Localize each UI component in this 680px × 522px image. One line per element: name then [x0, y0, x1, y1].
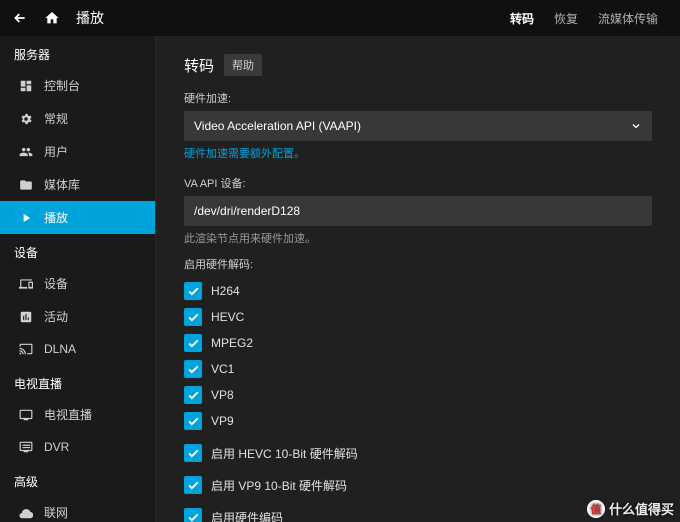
header-tab-1[interactable]: 恢复: [554, 6, 578, 31]
dashboard-icon: [18, 78, 34, 94]
codec-row-hevc: HEVC: [184, 304, 652, 330]
extra-label: 启用 HEVC 10-Bit 硬件解码: [211, 445, 358, 462]
sidebar-item-label: DVR: [44, 440, 69, 454]
extra-row-0: 启用 HEVC 10-Bit 硬件解码: [184, 440, 652, 466]
sidebar-item-label: DLNA: [44, 342, 76, 356]
checkbox-extra-1[interactable]: [184, 476, 202, 494]
sidebar-item-1-0[interactable]: 设备: [0, 267, 155, 300]
hw-accel-value: Video Acceleration API (VAAPI): [194, 119, 361, 133]
home-icon[interactable]: [40, 6, 64, 30]
hw-accel-select[interactable]: Video Acceleration API (VAAPI): [184, 111, 652, 141]
input-icon: [18, 341, 34, 357]
sidebar-item-2-0[interactable]: 电视直播: [0, 398, 155, 431]
checkbox-vc1[interactable]: [184, 360, 202, 378]
codec-label: VP9: [211, 414, 234, 428]
codec-row-mpeg2: MPEG2: [184, 330, 652, 356]
sidebar-item-label: 常规: [44, 110, 68, 127]
header-tab-0[interactable]: 转码: [510, 6, 534, 31]
play-icon: [18, 210, 34, 226]
header-tab-2[interactable]: 流媒体传输: [598, 6, 658, 31]
codec-row-h264: H264: [184, 278, 652, 304]
watermark: 值 什么值得买: [587, 499, 674, 518]
sidebar-item-1-2[interactable]: DLNA: [0, 333, 155, 365]
checkbox-h264[interactable]: [184, 282, 202, 300]
chevron-down-icon: [630, 120, 642, 132]
sidebar-item-0-1[interactable]: 常规: [0, 102, 155, 135]
sidebar-item-0-3[interactable]: 媒体库: [0, 168, 155, 201]
codec-label: VC1: [211, 362, 234, 376]
checkbox-mpeg2[interactable]: [184, 334, 202, 352]
sidebar-item-1-1[interactable]: 活动: [0, 300, 155, 333]
sidebar-item-label: 设备: [44, 275, 68, 292]
vaapi-label: VA API 设备:: [184, 175, 652, 191]
codec-row-vp9: VP9: [184, 408, 652, 434]
hw-decode-label: 启用硬件解码:: [184, 256, 652, 272]
dvr-icon: [18, 439, 34, 455]
cloud-icon: [18, 505, 34, 521]
sidebar-item-0-4[interactable]: 播放: [0, 201, 155, 234]
sidebar-header-1: 设备: [0, 234, 155, 267]
extra-label: 启用硬件编码: [211, 509, 283, 522]
sidebar-item-0-2[interactable]: 用户: [0, 135, 155, 168]
sidebar-item-label: 电视直播: [44, 406, 92, 423]
watermark-text: 什么值得买: [609, 499, 674, 518]
gear-icon: [18, 111, 34, 127]
checkbox-extra-0[interactable]: [184, 444, 202, 462]
codec-row-vp8: VP8: [184, 382, 652, 408]
codec-row-vc1: VC1: [184, 356, 652, 382]
help-button[interactable]: 帮助: [224, 54, 262, 76]
sidebar-header-0: 服务器: [0, 36, 155, 69]
sidebar-item-label: 播放: [44, 209, 68, 226]
sidebar-item-label: 联网: [44, 504, 68, 521]
codec-label: H264: [211, 284, 240, 298]
sidebar-item-label: 活动: [44, 308, 68, 325]
watermark-circle: 值: [587, 500, 605, 518]
checkbox-vp9[interactable]: [184, 412, 202, 430]
checkbox-vp8[interactable]: [184, 386, 202, 404]
extra-row-2: 启用硬件编码: [184, 498, 652, 522]
sidebar-item-3-0[interactable]: 联网: [0, 496, 155, 522]
codec-label: MPEG2: [211, 336, 253, 350]
users-icon: [18, 144, 34, 160]
tv-icon: [18, 407, 34, 423]
codec-label: VP8: [211, 388, 234, 402]
vaapi-hint: 此渲染节点用来硬件加速。: [184, 230, 652, 246]
sidebar: 服务器控制台常规用户媒体库播放设备设备活动DLNA电视直播电视直播DVR高级联网…: [0, 36, 156, 522]
page-title: 播放: [76, 8, 104, 28]
extra-label: 启用 VP9 10-Bit 硬件解码: [211, 477, 347, 494]
sidebar-item-label: 用户: [44, 143, 68, 160]
sidebar-item-label: 控制台: [44, 77, 80, 94]
extra-row-1: 启用 VP9 10-Bit 硬件解码: [184, 466, 652, 498]
section-title: 转码: [184, 55, 214, 76]
activity-icon: [18, 309, 34, 325]
sidebar-item-2-1[interactable]: DVR: [0, 431, 155, 463]
folder-icon: [18, 177, 34, 193]
checkbox-extra-2[interactable]: [184, 508, 202, 522]
sidebar-item-0-0[interactable]: 控制台: [0, 69, 155, 102]
back-icon[interactable]: [8, 6, 32, 30]
sidebar-header-2: 电视直播: [0, 365, 155, 398]
hw-accel-label: 硬件加速:: [184, 90, 652, 106]
main-content: 转码 帮助 硬件加速: Video Acceleration API (VAAP…: [156, 36, 680, 522]
devices-icon: [18, 276, 34, 292]
codec-label: HEVC: [211, 310, 244, 324]
hw-accel-hint[interactable]: 硬件加速需要额外配置。: [184, 145, 652, 161]
vaapi-input[interactable]: [184, 196, 652, 226]
sidebar-header-3: 高级: [0, 463, 155, 496]
checkbox-hevc[interactable]: [184, 308, 202, 326]
sidebar-item-label: 媒体库: [44, 176, 80, 193]
